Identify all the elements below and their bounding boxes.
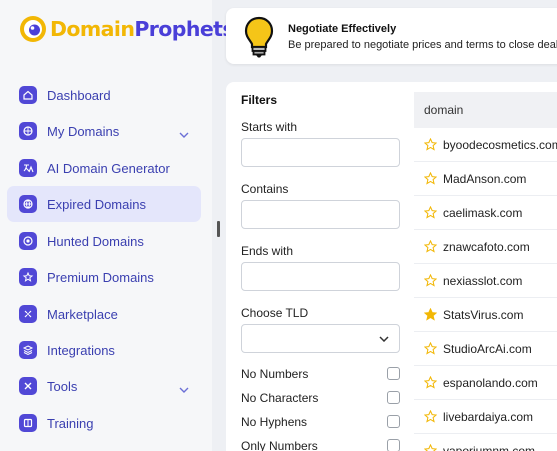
- table-row[interactable]: vaporiumnm.com: [414, 434, 557, 451]
- translate-icon: [19, 159, 37, 177]
- logo[interactable]: DomainProphets: [18, 14, 235, 44]
- sidebar-item-label: Hunted Domains: [47, 233, 144, 249]
- checkbox-label: Only Numbers: [241, 439, 318, 451]
- table-row[interactable]: espanolando.com: [414, 366, 557, 400]
- table-row[interactable]: caelimask.com: [414, 196, 557, 230]
- chevron-down-icon: [379, 336, 389, 342]
- filters-title: Filters: [241, 93, 278, 107]
- contains-label: Contains: [241, 182, 289, 196]
- star-icon[interactable]: [423, 171, 438, 190]
- tip-title: Negotiate Effectively: [288, 23, 397, 35]
- chevron-down-icon[interactable]: [179, 380, 189, 398]
- checkbox[interactable]: [387, 415, 400, 428]
- checkbox[interactable]: [387, 391, 400, 404]
- star-icon[interactable]: [423, 375, 438, 394]
- domain-name[interactable]: byoodecosmetics.com: [443, 138, 557, 152]
- checkbox[interactable]: [387, 439, 400, 451]
- sidebar-item-label: AI Domain Generator: [47, 160, 170, 176]
- table-row[interactable]: nexiasslot.com: [414, 264, 557, 298]
- sidebar-item-label: Premium Domains: [47, 269, 154, 285]
- sidebar-item-training[interactable]: Training: [7, 405, 201, 441]
- star-icon[interactable]: [423, 273, 438, 292]
- domain-name[interactable]: vaporiumnm.com: [443, 444, 535, 451]
- layers-icon: [19, 341, 37, 359]
- sidebar-item-premium-domains[interactable]: Premium Domains: [7, 259, 201, 295]
- sidebar-item-label: Tools: [47, 378, 78, 394]
- tip-banner: Negotiate Effectively Be prepared to neg…: [226, 8, 557, 64]
- table-row[interactable]: byoodecosmetics.com: [414, 128, 557, 162]
- domain-name[interactable]: StatsVirus.com: [443, 308, 523, 322]
- table-row[interactable]: MadAnson.com: [414, 162, 557, 196]
- sidebar-item-label: Dashboard: [47, 87, 111, 103]
- sidebar-item-label: Training: [47, 415, 94, 431]
- clock-globe-icon: [19, 195, 37, 213]
- sidebar-item-label: Integrations: [47, 342, 115, 358]
- home-icon: [19, 86, 37, 104]
- star-icon[interactable]: [423, 205, 438, 224]
- star-icon[interactable]: [423, 137, 438, 156]
- checkbox[interactable]: [387, 367, 400, 380]
- sidebar-item-hunted-domains[interactable]: Hunted Domains: [7, 223, 201, 259]
- ends-with-label: Ends with: [241, 244, 294, 258]
- sidebar-item-marketplace[interactable]: Marketplace: [7, 296, 201, 332]
- sidebar: DomainProphets Dashboard My Domains AI Dom…: [0, 0, 235, 451]
- domain-name[interactable]: espanolando.com: [443, 376, 538, 390]
- sidebar-item-dashboard[interactable]: Dashboard: [7, 77, 201, 113]
- table-row[interactable]: StudioArcAi.com: [414, 332, 557, 366]
- star-icon[interactable]: [423, 239, 438, 258]
- domain-name[interactable]: nexiasslot.com: [443, 274, 522, 288]
- domains-panel: Filters Starts with Contains Ends with C…: [226, 82, 557, 451]
- checkbox-label: No Characters: [241, 391, 319, 405]
- star-icon[interactable]: [423, 443, 438, 451]
- tld-label: Choose TLD: [241, 306, 309, 320]
- domain-name[interactable]: caelimask.com: [443, 206, 522, 220]
- filter-no-hyphens: No Hyphens: [241, 414, 400, 432]
- checkbox-label: No Hyphens: [241, 415, 308, 429]
- starts-with-label: Starts with: [241, 120, 298, 134]
- sidebar-item-tools[interactable]: Tools: [7, 368, 201, 404]
- table-row[interactable]: znawcafoto.com: [414, 230, 557, 264]
- globe-icon: [19, 122, 37, 140]
- tld-select[interactable]: [241, 324, 400, 353]
- sidebar-resize-handle[interactable]: [217, 221, 220, 237]
- brand-name: DomainProphets: [50, 17, 235, 41]
- star-badge-icon: [19, 268, 37, 286]
- domain-column-header[interactable]: domain: [414, 92, 557, 128]
- sidebar-item-label: Marketplace: [47, 306, 118, 322]
- lightbulb-icon: [244, 16, 274, 63]
- star-icon[interactable]: [423, 409, 438, 428]
- filter-no-numbers: No Numbers: [241, 366, 400, 384]
- contains-input[interactable]: [241, 200, 400, 229]
- ends-with-input[interactable]: [241, 262, 400, 291]
- target-icon: [19, 232, 37, 250]
- domain-name[interactable]: znawcafoto.com: [443, 240, 530, 254]
- table-row[interactable]: livebardaiya.com: [414, 400, 557, 434]
- filter-only-numbers: Only Numbers: [241, 438, 400, 451]
- star-icon[interactable]: [423, 307, 438, 326]
- tip-text: Be prepared to negotiate prices and term…: [288, 39, 557, 51]
- sidebar-item-label: My Domains: [47, 123, 120, 139]
- table-row[interactable]: StatsVirus.com: [414, 298, 557, 332]
- filter-no-characters: No Characters: [241, 390, 400, 408]
- sidebar-item-expired-domains[interactable]: Expired Domains: [7, 186, 201, 222]
- sidebar-item-label: Expired Domains: [47, 196, 146, 212]
- checkbox-label: No Numbers: [241, 367, 309, 381]
- domain-name[interactable]: StudioArcAi.com: [443, 342, 532, 356]
- star-icon[interactable]: [423, 341, 438, 360]
- sidebar-item-ai-domain-generator[interactable]: AI Domain Generator: [7, 150, 201, 186]
- domain-name[interactable]: livebardaiya.com: [443, 410, 533, 424]
- logo-icon: [18, 14, 48, 44]
- domain-name[interactable]: MadAnson.com: [443, 172, 526, 186]
- market-icon: [19, 305, 37, 323]
- tools-icon: [19, 377, 37, 395]
- starts-with-input[interactable]: [241, 138, 400, 167]
- book-icon: [19, 414, 37, 432]
- sidebar-item-my-domains[interactable]: My Domains: [7, 113, 201, 149]
- sidebar-item-integrations[interactable]: Integrations: [7, 332, 201, 368]
- chevron-down-icon[interactable]: [179, 125, 189, 143]
